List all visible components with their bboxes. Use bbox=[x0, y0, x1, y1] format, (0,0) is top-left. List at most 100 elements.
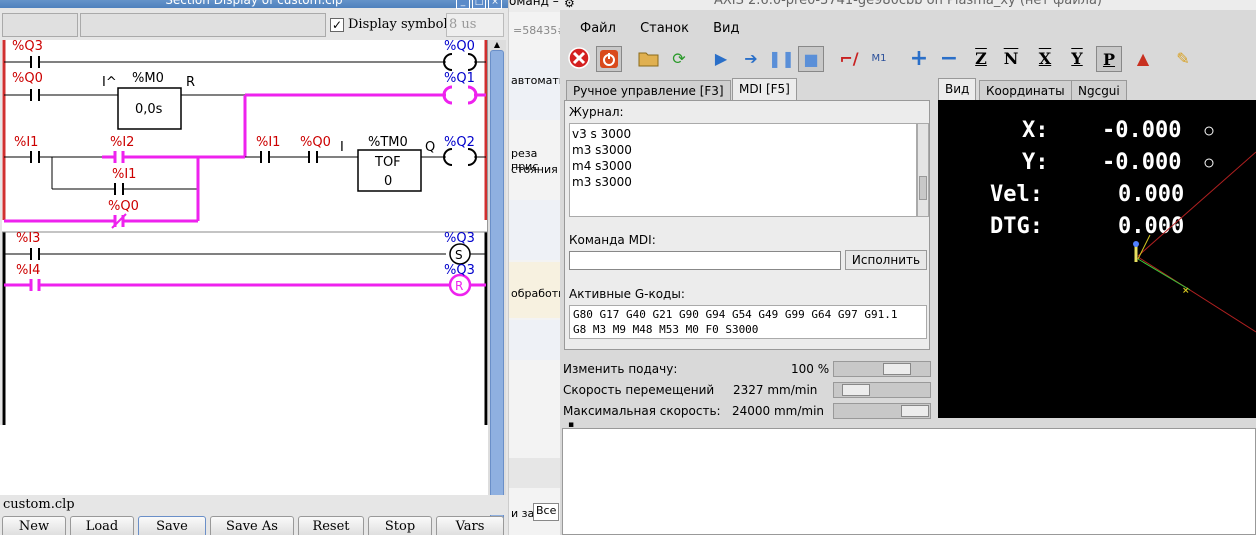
view-x-icon[interactable]: X bbox=[1032, 46, 1058, 72]
gcode-listing[interactable] bbox=[562, 428, 1256, 535]
axis-window: AXIS 2.6.0-pre0-3741-ge980cbb on Plasma_… bbox=[560, 0, 1256, 535]
r4-coil-label: %Q3 bbox=[444, 231, 475, 246]
history-line[interactable]: v3 s 3000 bbox=[572, 126, 914, 142]
gcodes-line-1: G80 G17 G40 G21 G90 G94 G54 G49 G99 G64 … bbox=[573, 308, 898, 321]
ladder-scrollbar[interactable]: ▲ ▼ bbox=[488, 40, 506, 532]
r3-contact5-label: %I1 bbox=[256, 135, 280, 150]
tab-mdi[interactable]: MDI [F5] bbox=[732, 78, 797, 100]
maximize-icon[interactable]: □ bbox=[472, 0, 486, 9]
view-p-icon[interactable]: P bbox=[1096, 46, 1122, 72]
section-select[interactable] bbox=[2, 13, 78, 37]
pause-icon[interactable]: ❚❚ bbox=[768, 46, 795, 72]
tab-dro[interactable]: Координаты bbox=[979, 80, 1072, 100]
r2-timer-value: 0,0s bbox=[135, 102, 163, 117]
power-icon[interactable] bbox=[596, 46, 622, 72]
block-delete-icon[interactable]: ⌐/ bbox=[836, 46, 862, 72]
mdi-command-input[interactable] bbox=[569, 251, 841, 270]
run-icon[interactable]: ▶ bbox=[708, 46, 734, 72]
history-line[interactable]: m3 s3000 bbox=[572, 174, 914, 190]
bg-url-fragment: =58435# bbox=[513, 24, 560, 37]
r1-coil-label: %Q0 bbox=[444, 40, 475, 54]
machine-limit-line bbox=[1137, 256, 1256, 333]
menubar: Файл Станок Вид bbox=[560, 18, 1256, 40]
new-button[interactable]: New bbox=[2, 516, 66, 535]
step-icon[interactable]: ➔ bbox=[738, 46, 764, 72]
stop-button[interactable]: Stop bbox=[368, 516, 432, 535]
max-velocity-slider[interactable] bbox=[833, 403, 931, 419]
estop-icon[interactable] bbox=[566, 46, 592, 72]
menu-machine[interactable]: Станок bbox=[640, 18, 689, 40]
r5-coil-label: %Q3 bbox=[444, 263, 475, 278]
minimize-icon[interactable]: _ bbox=[456, 0, 470, 9]
history-line[interactable]: m3 s3000 bbox=[572, 142, 914, 158]
section-toolbar: ✓ Display symbols 8 us bbox=[0, 10, 508, 40]
rotate-icon[interactable]: ▲ bbox=[1130, 46, 1156, 72]
jog-speed-row: Скорость перемещений 2327 mm/min bbox=[563, 381, 933, 399]
r3-contact4-label: %Q0 bbox=[108, 199, 139, 214]
menu-view[interactable]: Вид bbox=[713, 18, 739, 40]
stop-icon[interactable]: ■ bbox=[798, 46, 824, 72]
classicladder-window: Section Display of custom.clp _ □ × ✓ Di… bbox=[0, 0, 508, 535]
save-as-button[interactable]: Save As bbox=[210, 516, 294, 535]
mdi-history[interactable]: v3 s 3000 m3 s3000 m4 s3000 m3 s3000 bbox=[569, 123, 917, 217]
machine-limit-line bbox=[1137, 151, 1256, 257]
feed-override-slider[interactable] bbox=[833, 361, 931, 377]
reload-icon[interactable]: ⟳ bbox=[666, 46, 692, 72]
view-z2-icon[interactable]: N bbox=[998, 46, 1024, 72]
display-symbols-checkbox[interactable]: ✓ bbox=[330, 18, 344, 32]
bg-row-1 bbox=[509, 60, 560, 120]
load-button[interactable]: Load bbox=[70, 516, 134, 535]
rung-5 bbox=[4, 273, 486, 297]
close-icon[interactable]: × bbox=[488, 0, 502, 9]
open-icon[interactable] bbox=[636, 46, 662, 72]
r3-contact3-label: %I1 bbox=[112, 167, 136, 182]
filename-status: custom.clp bbox=[0, 495, 508, 515]
save-button[interactable]: Save bbox=[138, 516, 206, 535]
ladder-canvas[interactable]: %Q3 %Q0 %Q0 I^ %M0 R 0,0s %Q1 %I1 %I2 %I… bbox=[2, 40, 488, 425]
section-comment[interactable] bbox=[80, 13, 326, 37]
tab-manual[interactable]: Ручное управление [F3] bbox=[566, 80, 731, 100]
view-z-icon[interactable]: Z bbox=[968, 46, 994, 72]
background-browser-strip: оманд – =58435# автомати реза прис стоян… bbox=[508, 0, 560, 535]
dro-homed-icon-y bbox=[1204, 158, 1214, 168]
bg-row-5 bbox=[509, 458, 560, 488]
view-y-icon[interactable]: Y bbox=[1064, 46, 1090, 72]
r3-timer-label: %TM0 bbox=[368, 135, 408, 150]
journal-label: Журнал: bbox=[569, 105, 624, 119]
mdi-command-label: Команда MDI: bbox=[569, 233, 656, 247]
window-menu-icon[interactable]: ⚙ bbox=[564, 0, 575, 10]
r5-contact-label: %I4 bbox=[16, 263, 40, 278]
feed-override-label: Изменить подачу: bbox=[563, 362, 678, 376]
bg-filter-select[interactable]: Все bbox=[533, 503, 559, 521]
mdi-panel: Журнал: v3 s 3000 m3 s3000 m4 s3000 m3 s… bbox=[564, 100, 930, 350]
bg-title-fragment: оманд – bbox=[509, 0, 560, 12]
execute-button[interactable]: Исполнить bbox=[845, 250, 927, 270]
slider-thumb[interactable] bbox=[883, 363, 911, 375]
slider-thumb[interactable] bbox=[901, 405, 929, 417]
vars-button[interactable]: Vars bbox=[436, 516, 504, 535]
zoom-in-icon[interactable]: + bbox=[906, 46, 932, 72]
tab-ngcgui[interactable]: Ngcgui bbox=[1071, 80, 1127, 100]
history-scroll-thumb[interactable] bbox=[919, 176, 927, 200]
history-line[interactable]: m4 s3000 bbox=[572, 158, 914, 174]
tab-preview[interactable]: Вид bbox=[938, 78, 977, 100]
r3-contact6-label: %Q0 bbox=[300, 135, 331, 150]
active-gcodes: G80 G17 G40 G21 G90 G94 G54 G49 G99 G64 … bbox=[569, 305, 927, 339]
zoom-out-icon[interactable]: − bbox=[936, 46, 962, 72]
r4-contact-label: %I3 bbox=[16, 231, 40, 246]
r3-timer-value: 0 bbox=[384, 174, 392, 189]
history-scrollbar[interactable] bbox=[917, 123, 929, 217]
bg-row-4 bbox=[509, 320, 560, 360]
scrollbar-thumb[interactable] bbox=[490, 50, 504, 520]
reset-button[interactable]: Reset bbox=[298, 516, 364, 535]
max-velocity-value: 24000 mm/min bbox=[732, 404, 825, 418]
slider-thumb[interactable] bbox=[842, 384, 870, 396]
optional-stop-icon[interactable]: M1 bbox=[866, 46, 892, 72]
r2-coil-label: %Q1 bbox=[444, 71, 475, 86]
toolpath-preview[interactable]: X: -0.000 Y: -0.000 Vel: 0.000 DTG: 0.00… bbox=[938, 100, 1256, 418]
menu-file[interactable]: Файл bbox=[580, 18, 616, 40]
r2-timer-in-label: I^ bbox=[102, 75, 117, 90]
clear-plot-icon[interactable]: ✎ bbox=[1170, 46, 1196, 72]
scroll-up-icon[interactable]: ▲ bbox=[490, 40, 504, 50]
jog-speed-slider[interactable] bbox=[833, 382, 931, 398]
